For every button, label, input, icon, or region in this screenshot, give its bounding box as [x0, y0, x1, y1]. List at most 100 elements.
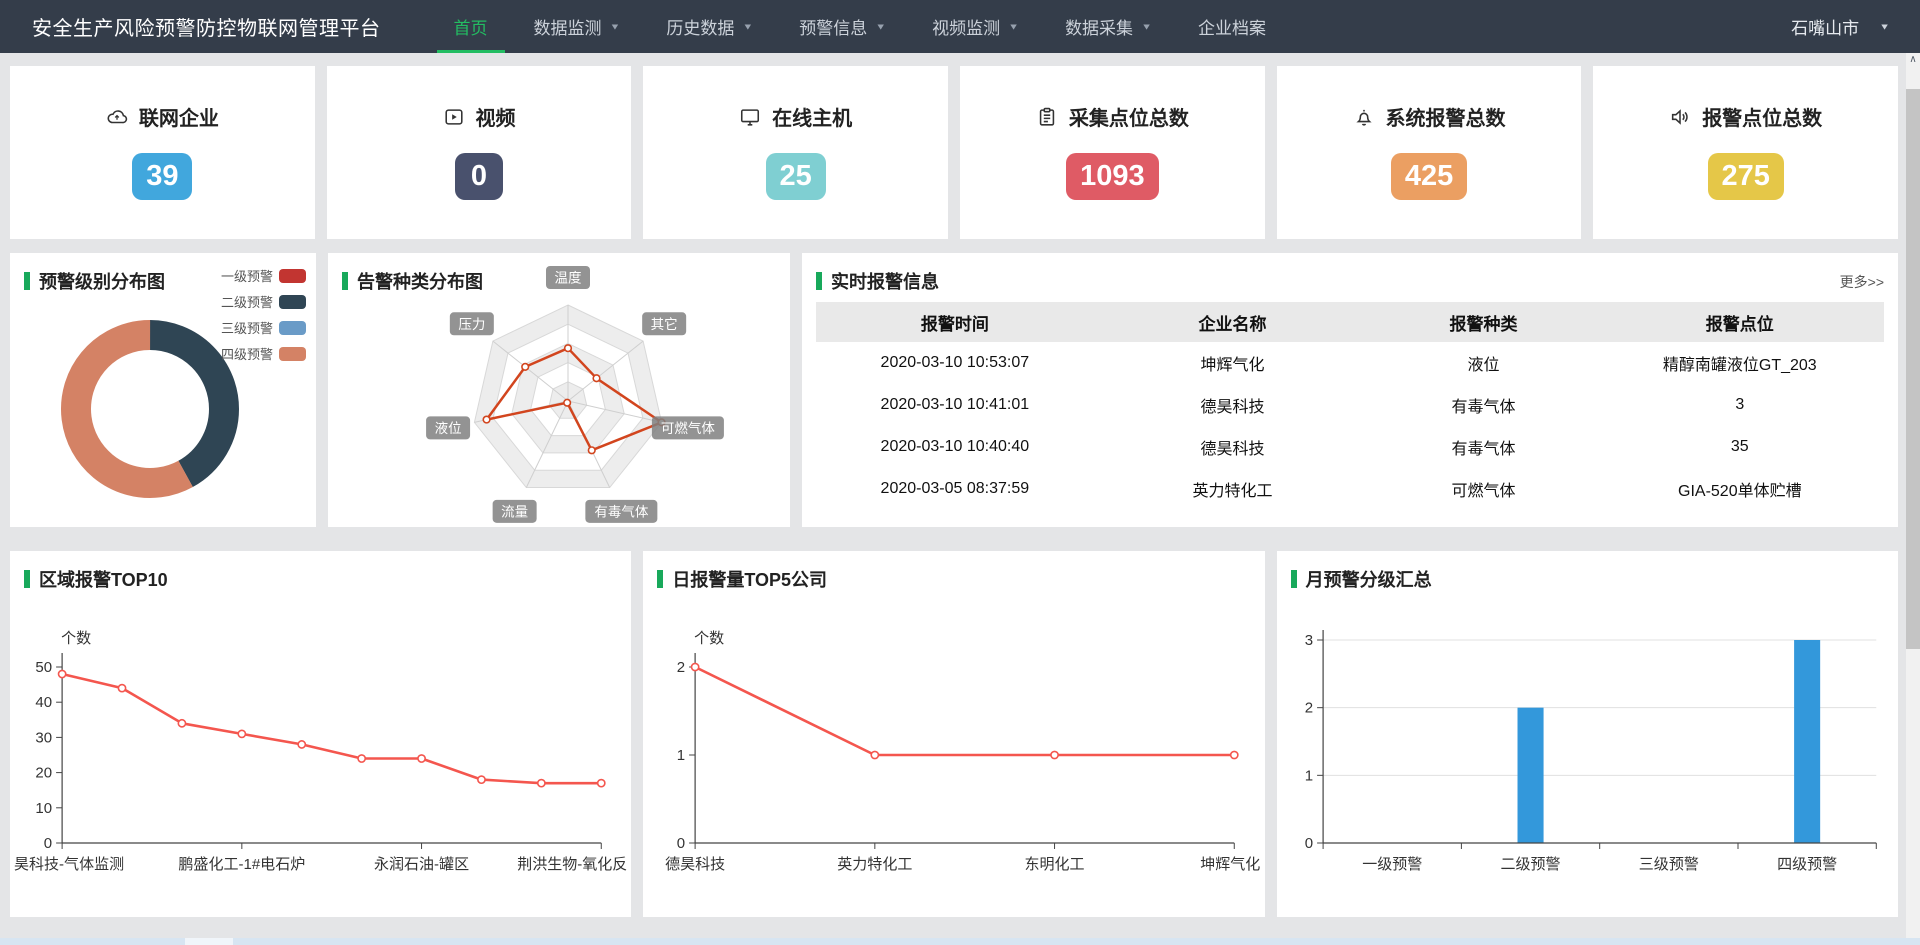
cloud-icon [106, 106, 128, 128]
nav-item-warning-info[interactable]: 预警信息 ▼ [782, 0, 903, 53]
alarm-table: 报警时间 企业名称 报警种类 报警点位 2020-03-10 10:53:07坤… [816, 302, 1884, 510]
stat-card-value: 25 [766, 153, 826, 200]
legend-label: 四级预警 [221, 344, 273, 363]
panel-title-marker [816, 272, 822, 290]
chevron-down-icon: ▼ [742, 22, 753, 32]
nav-item-data-collect[interactable]: 数据采集 ▼ [1048, 0, 1169, 53]
svg-text:50: 50 [35, 659, 52, 676]
panel-title-marker [1291, 570, 1297, 588]
alarm-type-panel: 温度其它可燃气体有毒气体流量液位压力 告警种类分布图 [328, 253, 790, 527]
nav-item-label: 首页 [454, 14, 488, 39]
legend-label: 三级预警 [221, 318, 273, 337]
svg-text:0: 0 [1304, 835, 1312, 852]
app-title: 安全生产风险预警防控物联网管理平台 [32, 12, 381, 41]
horizontal-scrollbar-thumb[interactable] [185, 938, 233, 945]
panel-title-marker [657, 570, 663, 588]
alarm-table-cell: 35 [1596, 426, 1884, 468]
column-header: 报警点位 [1596, 302, 1884, 342]
alarm-table-cell: 3 [1596, 384, 1884, 426]
warning-level-panel: 预警级别分布图 一级预警二级预警三级预警四级预警 [10, 253, 316, 527]
svg-text:液位: 液位 [435, 421, 462, 436]
svg-text:个数: 个数 [61, 630, 91, 647]
video-icon [443, 106, 465, 128]
legend-item[interactable]: 三级预警 [221, 318, 306, 337]
legend-item[interactable]: 四级预警 [221, 344, 306, 363]
nav-item-label: 企业档案 [1198, 14, 1266, 39]
radar-axis-label: 可燃气体 [652, 416, 724, 439]
alarm-table-cell: 2020-03-10 10:53:07 [816, 342, 1094, 384]
svg-text:10: 10 [35, 800, 52, 817]
stat-card-value: 0 [455, 153, 503, 200]
alarm-table-row: 2020-03-10 10:53:07坤辉气化液位精醇南罐液位GT_203 [816, 342, 1884, 384]
stat-card-label: 报警点位总数 [1702, 102, 1822, 131]
nav-item-video-monitor[interactable]: 视频监测 ▼ [915, 0, 1036, 53]
svg-text:1: 1 [1304, 767, 1312, 784]
alarm-table-cell: 2020-03-10 10:41:01 [816, 384, 1094, 426]
stat-card-value: 39 [132, 153, 192, 200]
column-header: 报警种类 [1371, 302, 1595, 342]
alarm-table-cell: 德昊科技 [1094, 384, 1372, 426]
horizontal-scrollbar [0, 938, 1920, 945]
svg-text:三级预警: 三级预警 [1638, 856, 1698, 873]
svg-text:可燃气体: 可燃气体 [661, 420, 715, 436]
alarm-table-header-row: 报警时间 企业名称 报警种类 报警点位 [816, 302, 1884, 342]
alarm-type-radar-chart: 温度其它可燃气体有毒气体流量液位压力 [328, 253, 790, 527]
region-selector[interactable]: 石嘴山市 ▼ [1791, 14, 1890, 39]
legend-label: 二级预警 [221, 292, 273, 311]
svg-text:昊科技-气体监测: 昊科技-气体监测 [14, 856, 124, 873]
legend-item[interactable]: 一级预警 [221, 266, 306, 285]
region-top10-line-chart: 01020304050个数昊科技-气体监测鹏盛化工-1#电石炉永润石油-罐区荆洪… [10, 595, 631, 913]
clipboard-icon [1036, 106, 1058, 128]
nav-item-data-monitor[interactable]: 数据监测 ▼ [517, 0, 638, 53]
nav-item-label: 历史数据 [666, 14, 734, 39]
nav-item-history-data[interactable]: 历史数据 ▼ [649, 0, 770, 53]
stat-card-online-hosts: 在线主机 25 [643, 66, 948, 239]
svg-text:有毒气体: 有毒气体 [594, 504, 648, 519]
alarm-table-cell: 德昊科技 [1094, 426, 1372, 468]
alarm-table-row: 2020-03-10 10:41:01德昊科技有毒气体3 [816, 384, 1884, 426]
svg-text:2: 2 [1304, 700, 1312, 717]
more-link[interactable]: 更多>> [1840, 272, 1884, 292]
monitor-icon [739, 106, 761, 128]
vertical-scrollbar-thumb[interactable] [1906, 89, 1920, 649]
stat-card-alarm-points: 报警点位总数 275 [1593, 66, 1898, 239]
panel-title: 日报警量TOP5公司 [672, 566, 827, 592]
legend-swatch-icon [279, 269, 306, 283]
realtime-alarms-panel: 实时报警信息 更多>> 报警时间 企业名称 报警种类 报警点位 2020-03-… [802, 253, 1898, 527]
stat-card-label: 采集点位总数 [1069, 102, 1189, 131]
bell-icon [1353, 106, 1375, 128]
vertical-scrollbar: ∧ [1906, 53, 1920, 938]
panel-title: 区域报警TOP10 [39, 566, 168, 592]
chevron-down-icon: ▼ [1141, 22, 1152, 32]
column-header: 报警时间 [816, 302, 1094, 342]
legend-swatch-icon [279, 347, 306, 361]
legend-swatch-icon [279, 321, 306, 335]
svg-text:永润石油-罐区: 永润石油-罐区 [374, 856, 469, 873]
alarm-table-cell: 精醇南罐液位GT_203 [1596, 342, 1884, 384]
donut-legend: 一级预警二级预警三级预警四级预警 [221, 266, 306, 363]
svg-text:40: 40 [35, 694, 52, 711]
nav-item-enterprise-archive[interactable]: 企业档案 [1181, 0, 1283, 53]
svg-text:0: 0 [44, 835, 52, 852]
alarm-table-row: 2020-03-05 08:37:59英力特化工可燃气体GIA-520单体贮槽 [816, 468, 1884, 510]
nav-item-label: 视频监测 [932, 14, 1000, 39]
monthly-summary-panel: 月预警分级汇总 0123一级预警二级预警三级预警四级预警 [1277, 551, 1898, 917]
stat-cards-row: 联网企业 39 视频 0 [10, 66, 1898, 239]
alarm-table-cell: 有毒气体 [1371, 384, 1595, 426]
stat-card-value: 275 [1708, 153, 1784, 200]
nav-item-home[interactable]: 首页 [437, 0, 505, 53]
svg-text:一级预警: 一级预警 [1362, 856, 1422, 873]
bottom-row: 区域报警TOP10 01020304050个数昊科技-气体监测鹏盛化工-1#电石… [10, 551, 1898, 917]
scroll-up-arrow-icon[interactable]: ∧ [1906, 53, 1920, 69]
legend-item[interactable]: 二级预警 [221, 292, 306, 311]
daily-top5-panel: 日报警量TOP5公司 012个数德昊科技英力特化工东明化工坤辉气化 [643, 551, 1264, 917]
chevron-down-icon: ▼ [875, 22, 886, 32]
alarm-table-cell: 液位 [1371, 342, 1595, 384]
svg-text:其它: 其它 [651, 316, 678, 332]
svg-text:3: 3 [1304, 632, 1312, 649]
chevron-down-icon: ▼ [1879, 22, 1890, 32]
svg-text:坤辉气化: 坤辉气化 [1201, 856, 1261, 873]
panel-title: 月预警分级汇总 [1306, 566, 1432, 592]
radar-axis-label: 有毒气体 [585, 500, 657, 523]
svg-text:英力特化工: 英力特化工 [838, 855, 913, 873]
